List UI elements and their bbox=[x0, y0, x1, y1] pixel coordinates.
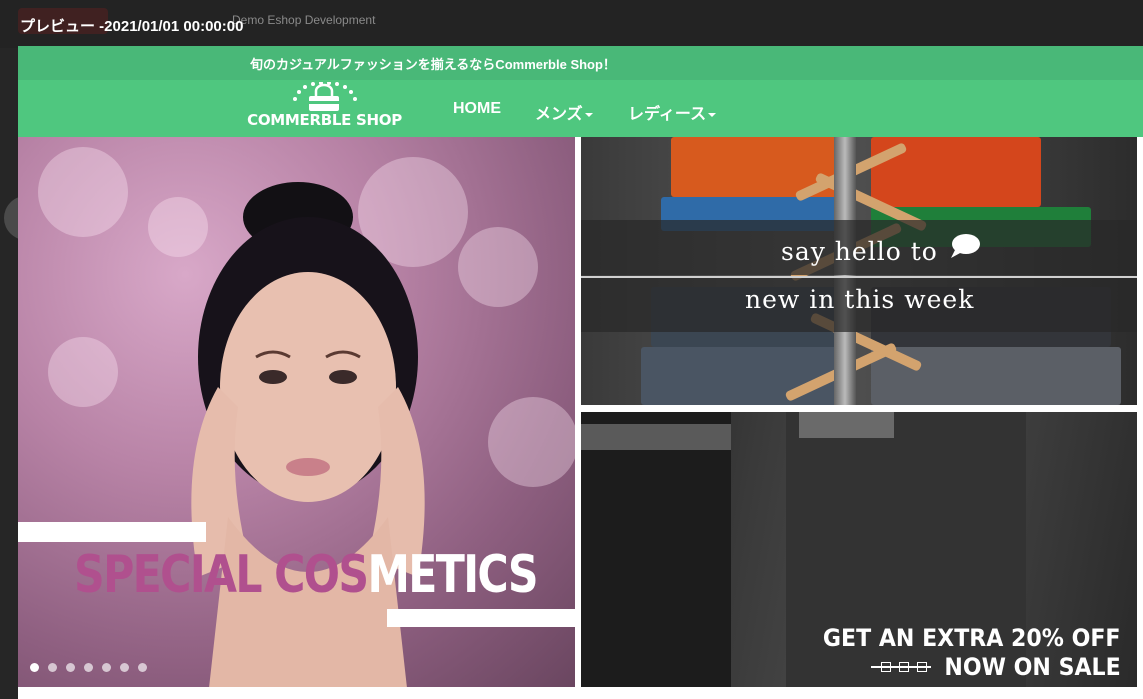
shop-logo[interactable]: COMMERBLE SHOP bbox=[247, 81, 402, 134]
nav-home-label: HOME bbox=[453, 100, 501, 117]
new-arrivals-banner[interactable]: say hello to new in this week bbox=[581, 137, 1137, 405]
cosmetics-slider[interactable]: SPECIAL COSMETICS bbox=[18, 137, 575, 687]
nav-ladies-label: レディース bbox=[628, 106, 707, 123]
slider-dot-2[interactable] bbox=[48, 663, 57, 672]
shopping-bag-icon bbox=[293, 81, 357, 111]
cosmetics-heading-white: METICS bbox=[367, 545, 538, 605]
nav-mens[interactable]: メンズ bbox=[535, 100, 593, 124]
slider-dot-1[interactable] bbox=[30, 663, 39, 672]
preview-frame: 旬のカジュアルファッションを揃えるならCommerble Shop！ COMME… bbox=[18, 46, 1143, 699]
nav-ladies[interactable]: レディース bbox=[628, 100, 717, 124]
sale-line-2: NOW ON SALE bbox=[944, 653, 1121, 681]
logo-text: COMMERBLE SHOP bbox=[247, 111, 402, 129]
speech-bubble-icon bbox=[951, 234, 980, 258]
cosmetics-heading-pink: SPECIAL COS bbox=[74, 545, 369, 605]
hello-line-2: new in this week bbox=[745, 285, 975, 314]
announcement-bar: 旬のカジュアルファッションを揃えるならCommerble Shop！ bbox=[18, 46, 1143, 80]
preview-title: プレビュー -2021/01/01 00:00:00 bbox=[20, 18, 244, 35]
decor-band-bottom bbox=[387, 609, 575, 627]
nav-home[interactable]: HOME bbox=[453, 100, 501, 118]
slider-dot-3[interactable] bbox=[66, 663, 75, 672]
decor-band-top bbox=[18, 522, 206, 542]
announcement-text: 旬のカジュアルファッションを揃えるならCommerble Shop！ bbox=[250, 57, 616, 72]
sale-banner[interactable]: GET AN EXTRA 20% OFF NOW ON SALE bbox=[581, 412, 1137, 687]
hello-line-1: say hello to bbox=[781, 237, 938, 266]
slider-dot-5[interactable] bbox=[102, 663, 111, 672]
nav-mens-label: メンズ bbox=[535, 106, 583, 123]
main-navbar: COMMERBLE SHOP HOME メンズ レディース bbox=[18, 80, 1143, 137]
cosmetics-heading: SPECIAL COSMETICS bbox=[74, 545, 539, 605]
slider-dot-6[interactable] bbox=[120, 663, 129, 672]
slider-dot-7[interactable] bbox=[138, 663, 147, 672]
side-panel bbox=[0, 48, 18, 699]
chevron-down-icon bbox=[584, 112, 593, 117]
slider-dots bbox=[30, 659, 156, 677]
admin-site-title: Demo Eshop Development bbox=[232, 13, 376, 27]
model-photo bbox=[191, 182, 425, 687]
banner-divider bbox=[581, 276, 1137, 278]
sale-line-1: GET AN EXTRA 20% OFF bbox=[823, 624, 1121, 652]
chevron-down-icon bbox=[708, 112, 717, 117]
chain-decoration bbox=[871, 662, 931, 672]
slider-dot-4[interactable] bbox=[84, 663, 93, 672]
